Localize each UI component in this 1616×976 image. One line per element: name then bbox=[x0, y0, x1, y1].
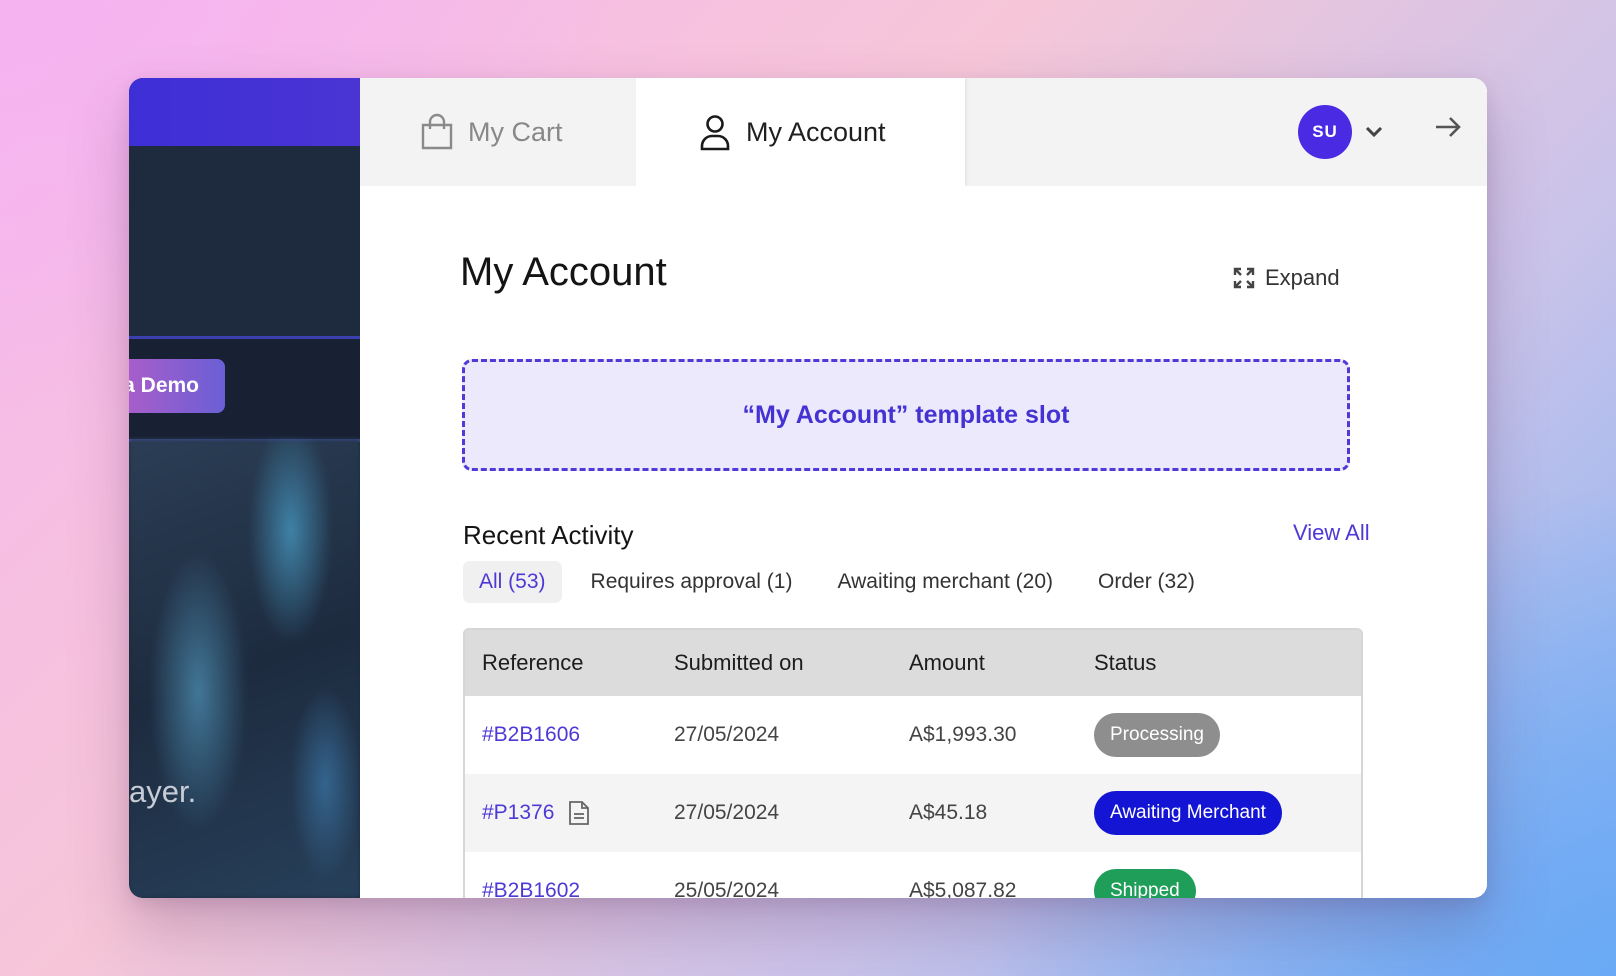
submitted-date: 27/05/2024 bbox=[674, 801, 780, 824]
table-row[interactable]: #P1376 27/05/2024 A$45.18 Awaiting Merch… bbox=[465, 774, 1361, 852]
reference-link[interactable]: #B2B1602 bbox=[482, 879, 580, 898]
account-content: My Account Expand “My Account” template … bbox=[360, 186, 1487, 898]
tab-my-account-label: My Account bbox=[746, 116, 886, 147]
status-badge: Awaiting Merchant bbox=[1094, 791, 1282, 835]
demo-button[interactable]: a Demo bbox=[129, 359, 225, 413]
filter-all[interactable]: All (53) bbox=[463, 561, 562, 603]
site-hero-image bbox=[129, 439, 360, 898]
arrow-right-icon[interactable] bbox=[1433, 112, 1463, 142]
status-badge: Shipped bbox=[1094, 869, 1196, 898]
user-icon bbox=[698, 113, 732, 151]
shopping-bag-icon bbox=[420, 113, 454, 151]
chevron-down-icon[interactable] bbox=[1363, 120, 1385, 142]
submitted-date: 25/05/2024 bbox=[674, 879, 780, 898]
filter-order[interactable]: Order (32) bbox=[1082, 561, 1211, 603]
tab-my-cart[interactable]: My Cart bbox=[360, 78, 636, 186]
document-icon[interactable] bbox=[568, 800, 590, 826]
tab-bar: My Cart My Account SU bbox=[360, 78, 1487, 186]
column-header-amount: Amount bbox=[909, 650, 985, 675]
page-title: My Account bbox=[460, 250, 667, 294]
amount: A$1,993.30 bbox=[909, 723, 1017, 746]
account-panel: My Cart My Account SU My Account Expand … bbox=[360, 78, 1487, 898]
reference-link[interactable]: #P1376 bbox=[482, 801, 554, 825]
view-all-link[interactable]: View All bbox=[1293, 520, 1370, 546]
filter-requires-approval[interactable]: Requires approval (1) bbox=[575, 561, 809, 603]
status-badge: Processing bbox=[1094, 713, 1220, 757]
column-header-reference: Reference bbox=[482, 650, 584, 675]
expand-label: Expand bbox=[1265, 265, 1340, 290]
amount: A$5,087.82 bbox=[909, 879, 1017, 898]
site-header-bar bbox=[129, 78, 360, 146]
filter-awaiting-merchant[interactable]: Awaiting merchant (20) bbox=[821, 561, 1069, 603]
tab-my-cart-label: My Cart bbox=[468, 116, 563, 147]
column-header-status: Status bbox=[1094, 650, 1157, 675]
user-avatar[interactable]: SU bbox=[1298, 105, 1352, 159]
activity-table: Reference Submitted on Amount Status #B2… bbox=[463, 628, 1363, 898]
tab-my-account[interactable]: My Account bbox=[636, 78, 965, 186]
reference-link[interactable]: #B2B1606 bbox=[482, 723, 580, 747]
background-website: a Demo ayer. bbox=[129, 78, 360, 898]
expand-button[interactable]: Expand bbox=[1233, 262, 1340, 294]
expand-icon bbox=[1233, 267, 1255, 289]
submitted-date: 27/05/2024 bbox=[674, 723, 780, 746]
table-row[interactable]: #B2B1602 25/05/2024 A$5,087.82 Shipped bbox=[465, 852, 1361, 898]
table-header: Reference Submitted on Amount Status bbox=[465, 630, 1361, 696]
recent-activity-title: Recent Activity bbox=[463, 520, 634, 550]
activity-filters: All (53) Requires approval (1) Awaiting … bbox=[463, 561, 1224, 603]
amount: A$45.18 bbox=[909, 801, 988, 824]
column-header-submitted: Submitted on bbox=[674, 650, 804, 675]
site-hero-text: ayer. bbox=[129, 774, 197, 809]
template-slot: “My Account” template slot bbox=[462, 359, 1350, 471]
table-row[interactable]: #B2B1606 27/05/2024 A$1,993.30 Processin… bbox=[465, 696, 1361, 774]
app-window: a Demo ayer. My Cart My Account SU My Ac… bbox=[129, 78, 1487, 898]
